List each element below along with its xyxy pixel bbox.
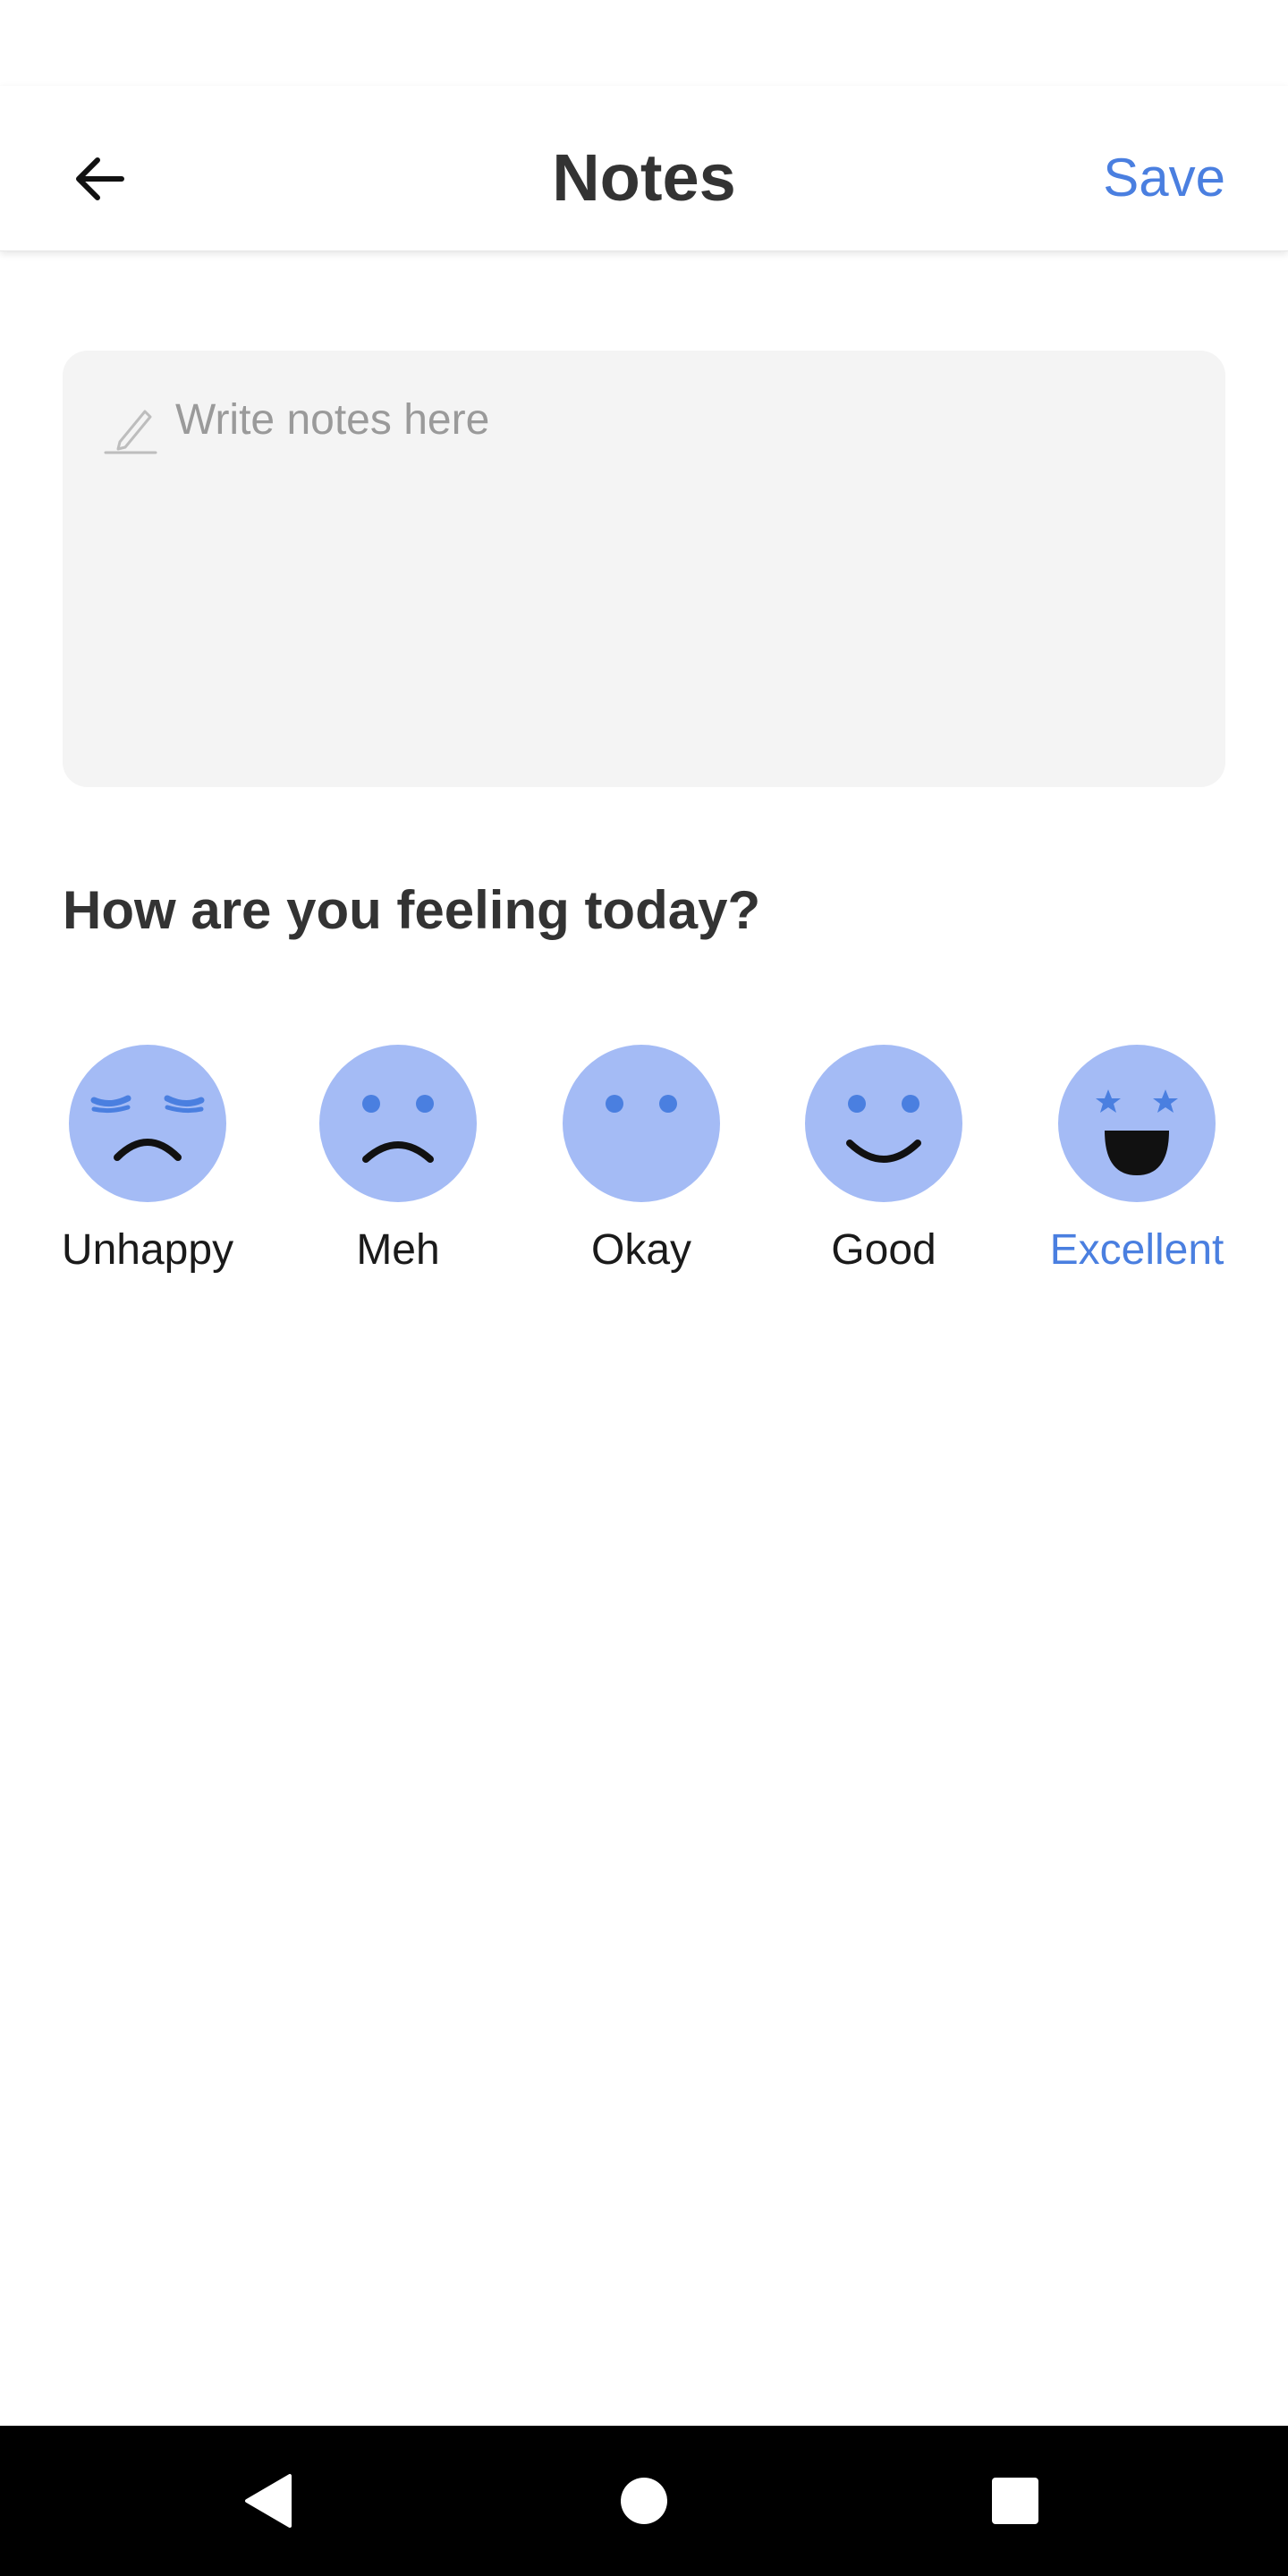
mood-label-meh: Meh: [356, 1226, 440, 1274]
mood-option-okay[interactable]: Okay: [534, 1045, 749, 1295]
nav-recents-button[interactable]: [970, 2456, 1060, 2546]
save-button[interactable]: Save: [1103, 138, 1225, 218]
okay-face-icon: [563, 1045, 720, 1202]
unhappy-face-icon: [69, 1045, 226, 1202]
mood-label-excellent: Excellent: [1049, 1226, 1224, 1274]
system-navigation-bar: [0, 2426, 1288, 2576]
page-title: Notes: [552, 140, 736, 215]
mood-label-good: Good: [831, 1226, 936, 1274]
meh-face-icon: [319, 1045, 477, 1202]
nav-back-triangle-icon: [245, 2474, 292, 2528]
mood-label-okay: Okay: [590, 1226, 692, 1274]
pencil-icon: [104, 410, 157, 454]
notes-input[interactable]: [175, 395, 1186, 753]
notes-box: [63, 351, 1225, 787]
back-button[interactable]: [50, 129, 150, 229]
nav-back-button[interactable]: [224, 2456, 313, 2546]
mood-label-unhappy: Unhappy: [61, 1226, 234, 1274]
arrow-left-icon: [76, 157, 124, 200]
feeling-question: How are you feeling today?: [63, 880, 761, 940]
mood-option-good[interactable]: Good: [776, 1045, 991, 1295]
nav-home-circle-icon: [621, 2478, 667, 2524]
excellent-face-icon: [1058, 1045, 1216, 1202]
status-bar: [0, 0, 1288, 86]
nav-home-button[interactable]: [599, 2456, 689, 2546]
good-face-icon: [805, 1045, 962, 1202]
mood-option-excellent[interactable]: Excellent: [1030, 1045, 1244, 1295]
mood-option-meh[interactable]: Meh: [291, 1045, 505, 1295]
app-bar: Notes Save: [0, 86, 1288, 251]
mood-option-unhappy[interactable]: Unhappy: [40, 1045, 255, 1295]
nav-recents-square-icon: [992, 2478, 1038, 2524]
